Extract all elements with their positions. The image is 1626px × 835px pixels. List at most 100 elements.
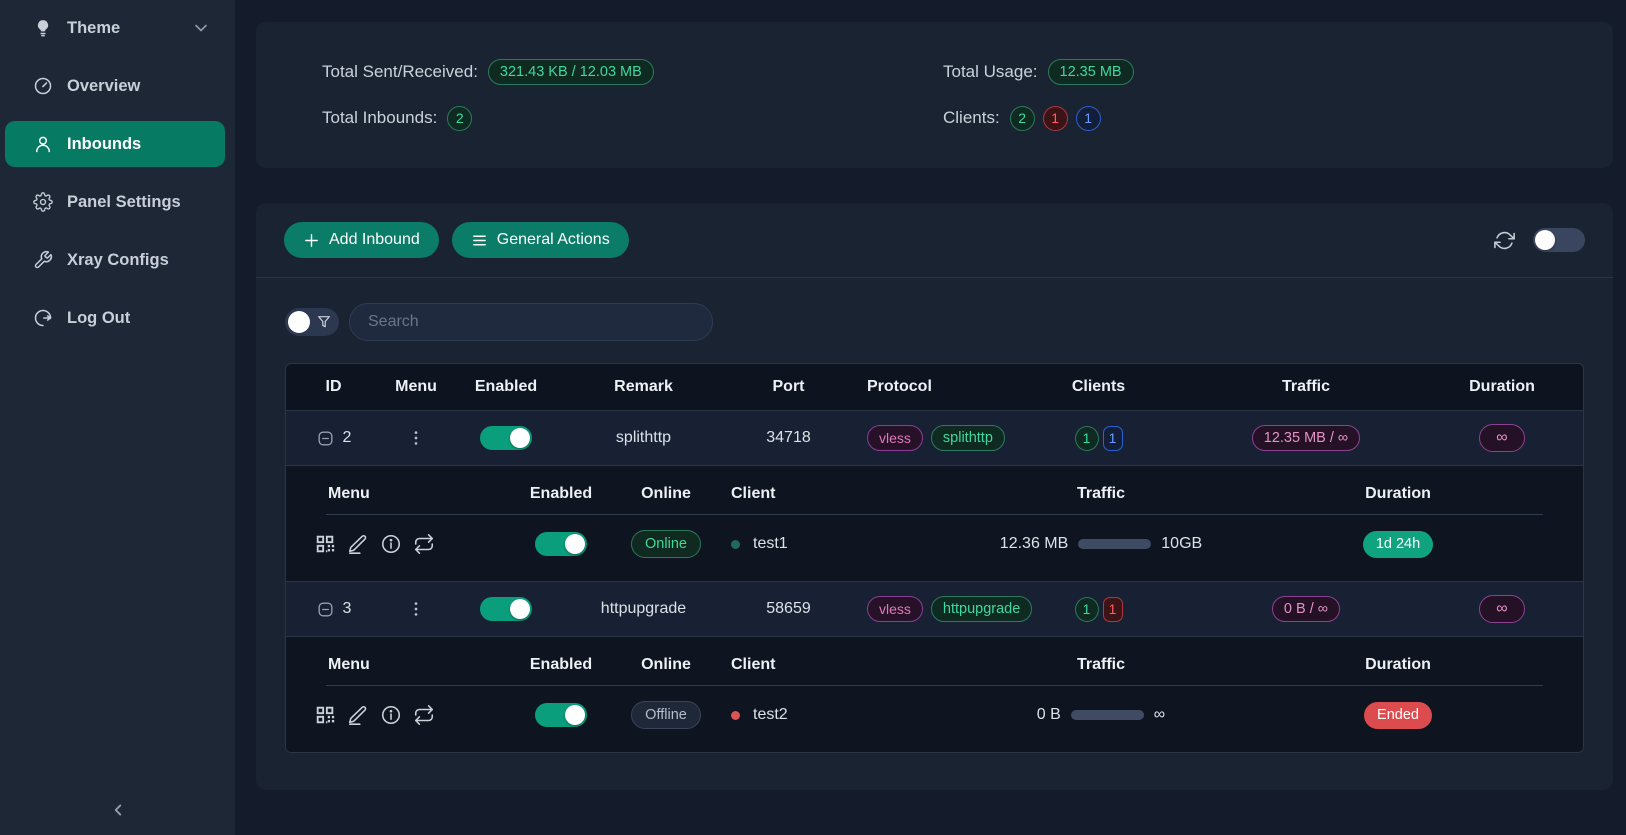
ellipsis-vertical-icon [406,428,426,448]
col-id: ID [286,378,381,396]
chevron-left-icon [107,799,129,821]
traffic-used: 0 B [1037,706,1061,724]
inbound-port: 34718 [726,429,851,447]
traffic-total: 10GB [1161,535,1202,553]
traffic-total: ∞ [1154,706,1165,724]
clients-online-badge: 1 [1076,106,1101,131]
table-row[interactable]: 2 splithttp 34718 vless splithttp [286,410,1583,465]
col-clients: Clients [1006,378,1191,396]
client-count-online-badge: 1 [1103,426,1123,451]
col-traffic: Traffic [1191,378,1421,396]
collapse-row-button[interactable] [316,429,335,448]
edit-icon[interactable] [347,704,369,726]
col-client: Client [711,485,981,503]
general-actions-button[interactable]: General Actions [452,222,629,258]
traffic-progress-bar [1078,539,1151,549]
filter-icon [316,314,332,330]
sidebar-item-label: Theme [67,19,120,38]
col-traffic: Traffic [981,656,1221,674]
collapse-row-button[interactable] [316,600,335,619]
qrcode-icon[interactable] [314,704,336,726]
sub-table-header-row: Menu Enabled Online Client Traffic Durat… [286,646,1583,684]
auto-refresh-toggle[interactable] [1533,228,1585,252]
clients-label: Clients: [943,108,1000,128]
search-row [285,303,1584,341]
inbound-remark: httpupgrade [561,600,726,618]
add-inbound-button[interactable]: Add Inbound [284,222,439,258]
plus-icon [303,232,320,249]
ellipsis-vertical-icon [406,599,426,619]
row-menu-button[interactable] [406,599,426,619]
client-count-active-badge: 1 [1075,426,1099,451]
toolbar: Add Inbound General Actions [256,203,1613,278]
toggle-knob [510,428,530,448]
total-usage-badge: 12.35 MB [1048,59,1134,85]
sidebar-collapse-button[interactable] [0,799,235,821]
traffic-badge: 12.35 MB / ∞ [1252,425,1361,451]
inbound-remark: splithttp [561,429,726,447]
reset-traffic-icon[interactable] [413,533,435,555]
stats-card: Total Sent/Received: 321.43 KB / 12.03 M… [256,22,1613,168]
col-menu: Menu [381,378,451,396]
inbound-id: 2 [343,429,352,447]
sidebar-item-xray-configs[interactable]: Xray Configs [5,237,225,283]
sidebar-item-overview[interactable]: Overview [5,63,225,109]
toggle-knob [510,599,530,619]
duration-badge: ∞ [1479,595,1524,623]
client-sub-table: Menu Enabled Online Client Traffic Durat… [286,465,1583,581]
info-icon[interactable] [380,533,402,555]
sub-table-header-row: Menu Enabled Online Client Traffic Durat… [286,475,1583,513]
duration-badge: ∞ [1479,424,1524,452]
col-remark: Remark [561,378,726,396]
col-traffic: Traffic [981,485,1221,503]
edit-icon[interactable] [347,533,369,555]
online-status-badge: Offline [631,701,701,729]
search-input[interactable] [349,303,713,341]
col-menu: Menu [286,485,501,503]
client-count-active-badge: 1 [1075,597,1099,622]
inbounds-card: Add Inbound General Actions [256,203,1613,790]
table-row[interactable]: 3 httpupgrade 58659 vless httpupgrade [286,581,1583,636]
clients-active-badge: 2 [1010,106,1035,131]
sidebar: Theme Overview Inbounds Panel Settings [0,0,235,835]
client-row: Offline test2 0 B ∞ Ended [286,686,1583,744]
inbound-port: 58659 [726,600,851,618]
total-inbounds-label: Total Inbounds: [322,108,437,128]
total-sent-received-badge: 321.43 KB / 12.03 MB [488,59,654,85]
client-sub-table: Menu Enabled Online Client Traffic Durat… [286,636,1583,752]
info-icon[interactable] [380,704,402,726]
row-menu-button[interactable] [406,428,426,448]
sidebar-item-inbounds[interactable]: Inbounds [5,121,225,167]
logout-icon [33,308,53,328]
col-enabled: Enabled [501,656,621,674]
sidebar-item-label: Inbounds [67,135,141,154]
client-count-deactive-badge: 1 [1103,597,1123,622]
toggle-knob [565,534,585,554]
protocol-badge: vless [867,425,923,451]
filter-toggle[interactable] [285,308,339,336]
client-enabled-toggle[interactable] [535,532,587,556]
transport-badge: splithttp [931,425,1005,451]
sidebar-item-theme[interactable]: Theme [5,5,225,51]
sidebar-item-panel-settings[interactable]: Panel Settings [5,179,225,225]
refresh-icon[interactable] [1494,230,1515,251]
client-enabled-toggle[interactable] [535,703,587,727]
bulb-icon [33,18,53,38]
sidebar-item-label: Overview [67,77,140,96]
sidebar-item-logout[interactable]: Log Out [5,295,225,341]
qrcode-icon[interactable] [314,533,336,555]
reset-traffic-icon[interactable] [413,704,435,726]
total-usage-label: Total Usage: [943,62,1038,82]
minus-square-icon [316,600,335,619]
inbound-enabled-toggle[interactable] [480,597,532,621]
sidebar-item-label: Xray Configs [67,251,169,270]
sidebar-item-label: Panel Settings [67,193,181,212]
total-sent-received-label: Total Sent/Received: [322,62,478,82]
chevron-down-icon [191,18,211,38]
user-icon [33,134,53,154]
col-online: Online [621,656,711,674]
inbound-enabled-toggle[interactable] [480,426,532,450]
client-name: test1 [753,535,788,553]
wrench-icon [33,250,53,270]
traffic-badge: 0 B / ∞ [1272,596,1340,622]
